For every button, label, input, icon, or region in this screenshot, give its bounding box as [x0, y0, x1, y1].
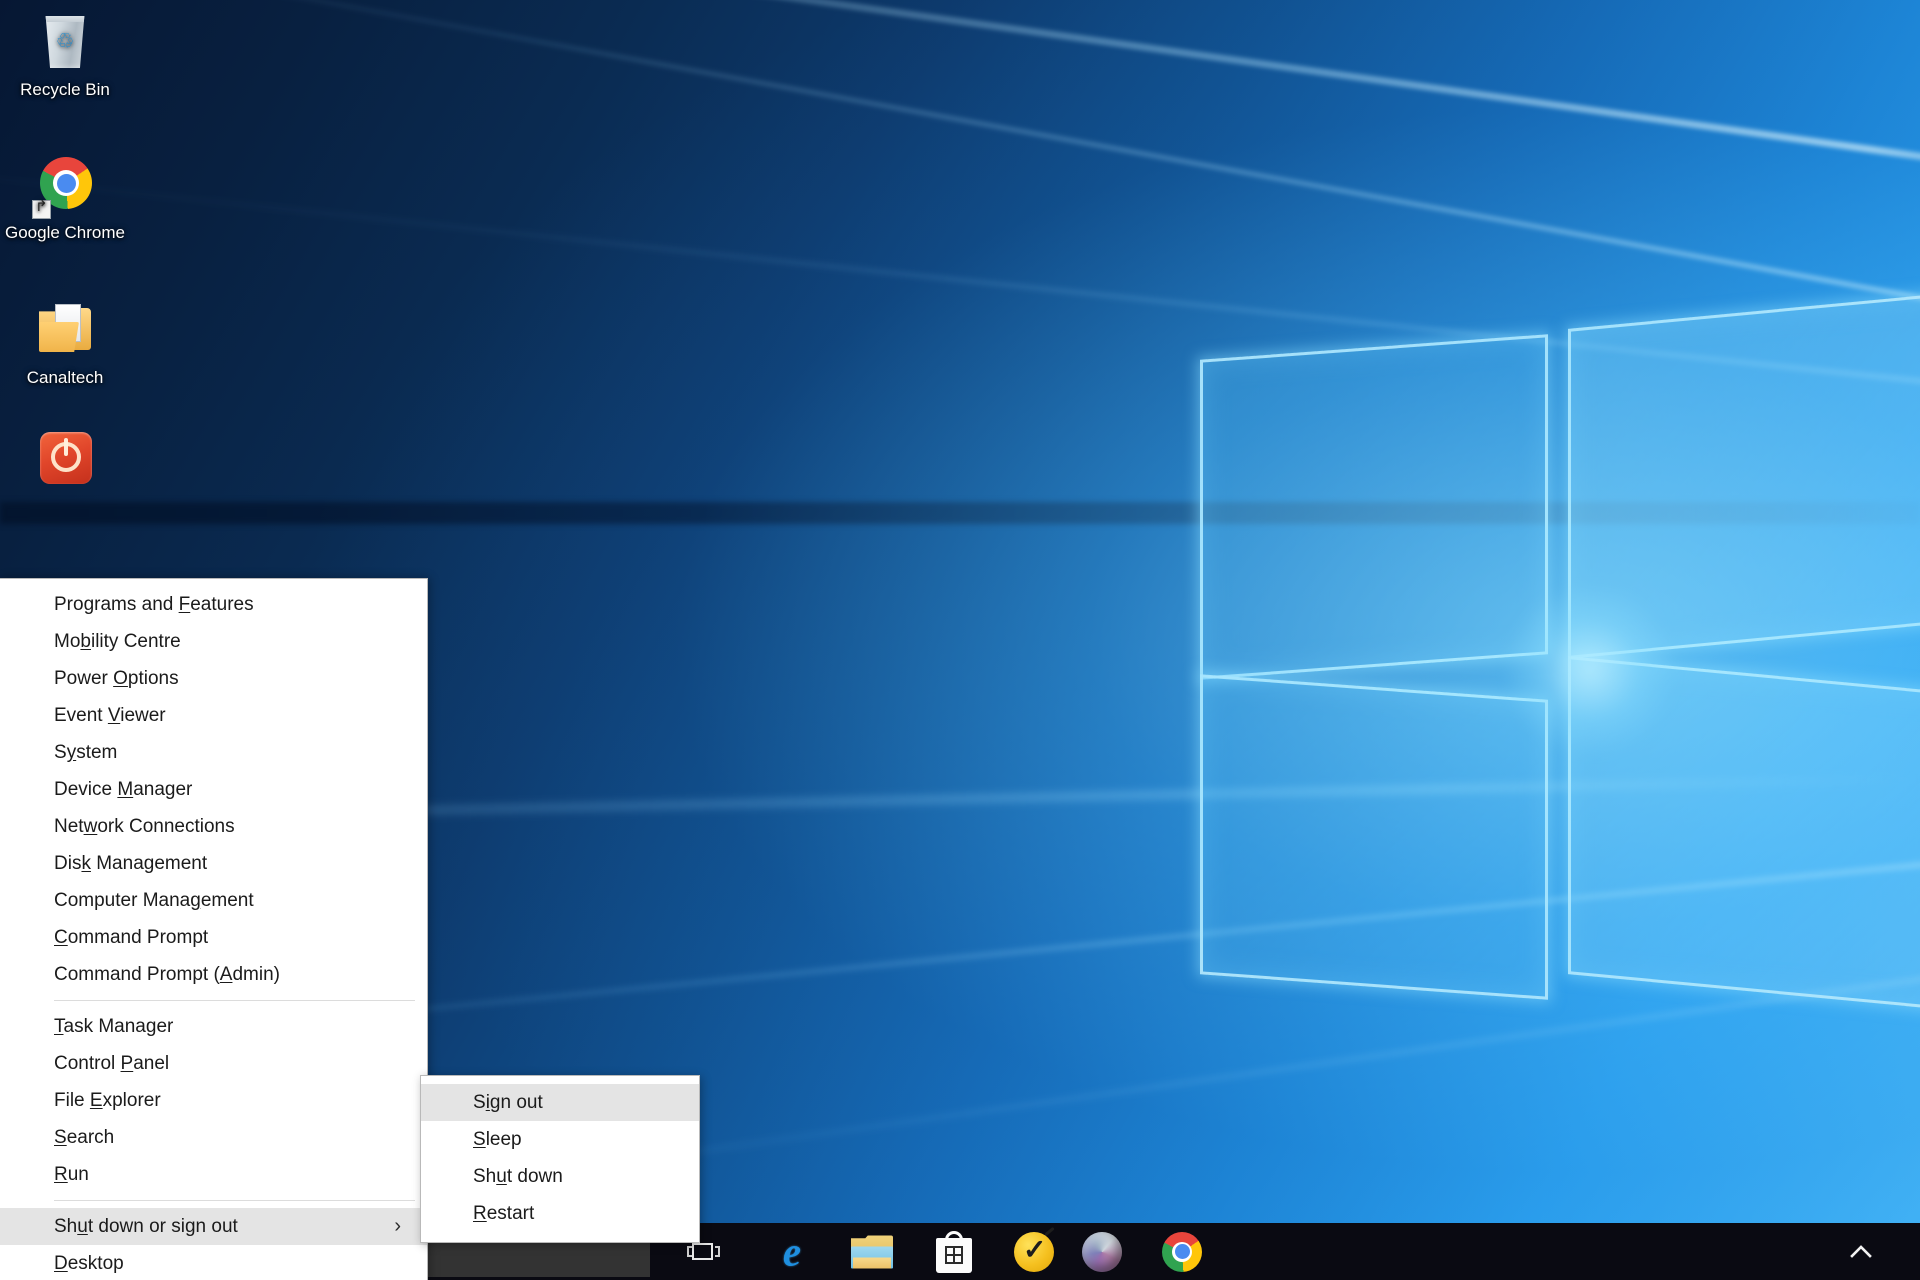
menu-item-mobility-centre[interactable]: Mobility Centre: [0, 623, 427, 660]
edge-button[interactable]: e: [758, 1223, 826, 1280]
microsoft-edge-icon: e: [782, 1228, 802, 1274]
menu-item-label: Mobility Centre: [54, 631, 181, 652]
menu-item-label: Programs and Features: [54, 594, 254, 615]
chrome-taskbar-button[interactable]: [1148, 1223, 1216, 1280]
windows-logo-graphic: [1200, 255, 1920, 1012]
desktop-icon-label: Recycle Bin: [20, 80, 110, 99]
menu-item-run[interactable]: Run: [0, 1156, 427, 1193]
menu-item-disk-management[interactable]: Disk Management: [0, 845, 427, 882]
logo-pane-top-left: [1200, 334, 1548, 680]
light-ray: [0, 0, 1920, 340]
submenu-item-label: Sleep: [473, 1129, 522, 1150]
google-chrome-icon: [32, 155, 96, 219]
logo-pane-bottom-right: [1568, 656, 1920, 1012]
menu-item-command-prompt-admin[interactable]: Command Prompt (Admin): [0, 956, 427, 993]
menu-item-device-manager[interactable]: Device Manager: [0, 771, 427, 808]
menu-item-label: Computer Management: [54, 890, 254, 911]
submenu-item-label: Shut down: [473, 1166, 563, 1187]
menu-separator: [54, 1000, 415, 1001]
menu-item-control-panel[interactable]: Control Panel: [0, 1045, 427, 1082]
desktop-icon-google-chrome[interactable]: Google Chrome: [0, 155, 130, 243]
desktop-icon-label: Canaltech: [26, 368, 104, 387]
logo-pane-bottom-left: [1200, 674, 1548, 1000]
menu-item-label: Command Prompt (Admin): [54, 964, 280, 985]
recycle-bin-icon: ♲: [34, 12, 96, 74]
light-ray: [0, 161, 1920, 406]
chevron-up-icon[interactable]: [1848, 1241, 1874, 1263]
menu-item-label: Run: [54, 1164, 89, 1185]
shortcut-overlay-icon: [32, 200, 51, 219]
file-explorer-icon: [851, 1235, 893, 1268]
submenu-item-shut-down[interactable]: Shut down: [421, 1158, 699, 1195]
logo-center-glow: [1500, 585, 1680, 755]
menu-item-event-viewer[interactable]: Event Viewer: [0, 697, 427, 734]
menu-separator: [54, 1200, 415, 1201]
folder-icon: [34, 300, 96, 362]
menu-item-label: Task Manager: [54, 1016, 174, 1037]
menu-item-label: Network Connections: [54, 816, 235, 837]
menu-item-label: Power Options: [54, 668, 179, 689]
menu-item-label: Disk Management: [54, 853, 208, 874]
menu-item-label: Device Manager: [54, 779, 193, 800]
menu-item-power-options[interactable]: Power Options: [0, 660, 427, 697]
menu-item-label: Event Viewer: [54, 705, 166, 726]
desktop-icon-power-app[interactable]: [0, 430, 130, 498]
menu-item-computer-management[interactable]: Computer Management: [0, 882, 427, 919]
antivirus-button[interactable]: [1000, 1223, 1068, 1280]
winx-power-user-menu: Programs and Features Mobility Centre Powe…: [0, 578, 428, 1280]
wallpaper-dark-band: [0, 501, 1920, 524]
menu-item-programs-and-features[interactable]: Programs and Features: [0, 586, 427, 623]
menu-item-network-connections[interactable]: Network Connections: [0, 808, 427, 845]
light-ray: [0, 0, 1920, 191]
menu-item-label: System: [54, 742, 118, 763]
menu-item-label: Desktop: [54, 1253, 124, 1274]
chevron-right-icon: ›: [394, 1215, 401, 1237]
yellow-check-icon: [1014, 1226, 1055, 1272]
submenu-item-sign-out[interactable]: Sign out: [421, 1084, 699, 1121]
globe-app-button[interactable]: [1068, 1223, 1136, 1280]
menu-item-system[interactable]: System: [0, 734, 427, 771]
submenu-item-restart[interactable]: Restart: [421, 1195, 699, 1232]
globe-icon: [1082, 1231, 1122, 1272]
shutdown-submenu: Sign out Sleep Shut down Restart: [420, 1075, 700, 1243]
desktop-icon-label: Google Chrome: [4, 223, 125, 242]
file-explorer-button[interactable]: [838, 1223, 906, 1280]
menu-item-shut-down-or-sign-out[interactable]: Shut down or sign out ›: [0, 1208, 427, 1245]
menu-item-label: Command Prompt: [54, 927, 209, 948]
submenu-item-sleep[interactable]: Sleep: [421, 1121, 699, 1158]
menu-item-file-explorer[interactable]: File Explorer: [0, 1082, 427, 1119]
menu-item-label: Shut down or sign out: [54, 1216, 238, 1237]
desktop-icon-recycle-bin[interactable]: ♲ Recycle Bin: [0, 12, 130, 100]
power-button-app-icon: [34, 430, 96, 492]
desktop-icon-canaltech[interactable]: Canaltech: [0, 300, 130, 388]
menu-item-desktop[interactable]: Desktop: [0, 1245, 427, 1280]
menu-item-label: Control Panel: [54, 1053, 170, 1074]
menu-item-task-manager[interactable]: Task Manager: [0, 1008, 427, 1045]
logo-pane-top-right: [1568, 291, 1920, 659]
store-button[interactable]: [920, 1223, 988, 1280]
submenu-item-label: Sign out: [473, 1092, 543, 1113]
microsoft-store-icon: [936, 1230, 972, 1273]
menu-item-label: File Explorer: [54, 1090, 161, 1111]
menu-item-search[interactable]: Search: [0, 1119, 427, 1156]
menu-item-label: Search: [54, 1127, 115, 1148]
google-chrome-icon: [1162, 1231, 1202, 1272]
menu-item-command-prompt[interactable]: Command Prompt: [0, 919, 427, 956]
submenu-item-label: Restart: [473, 1203, 535, 1224]
